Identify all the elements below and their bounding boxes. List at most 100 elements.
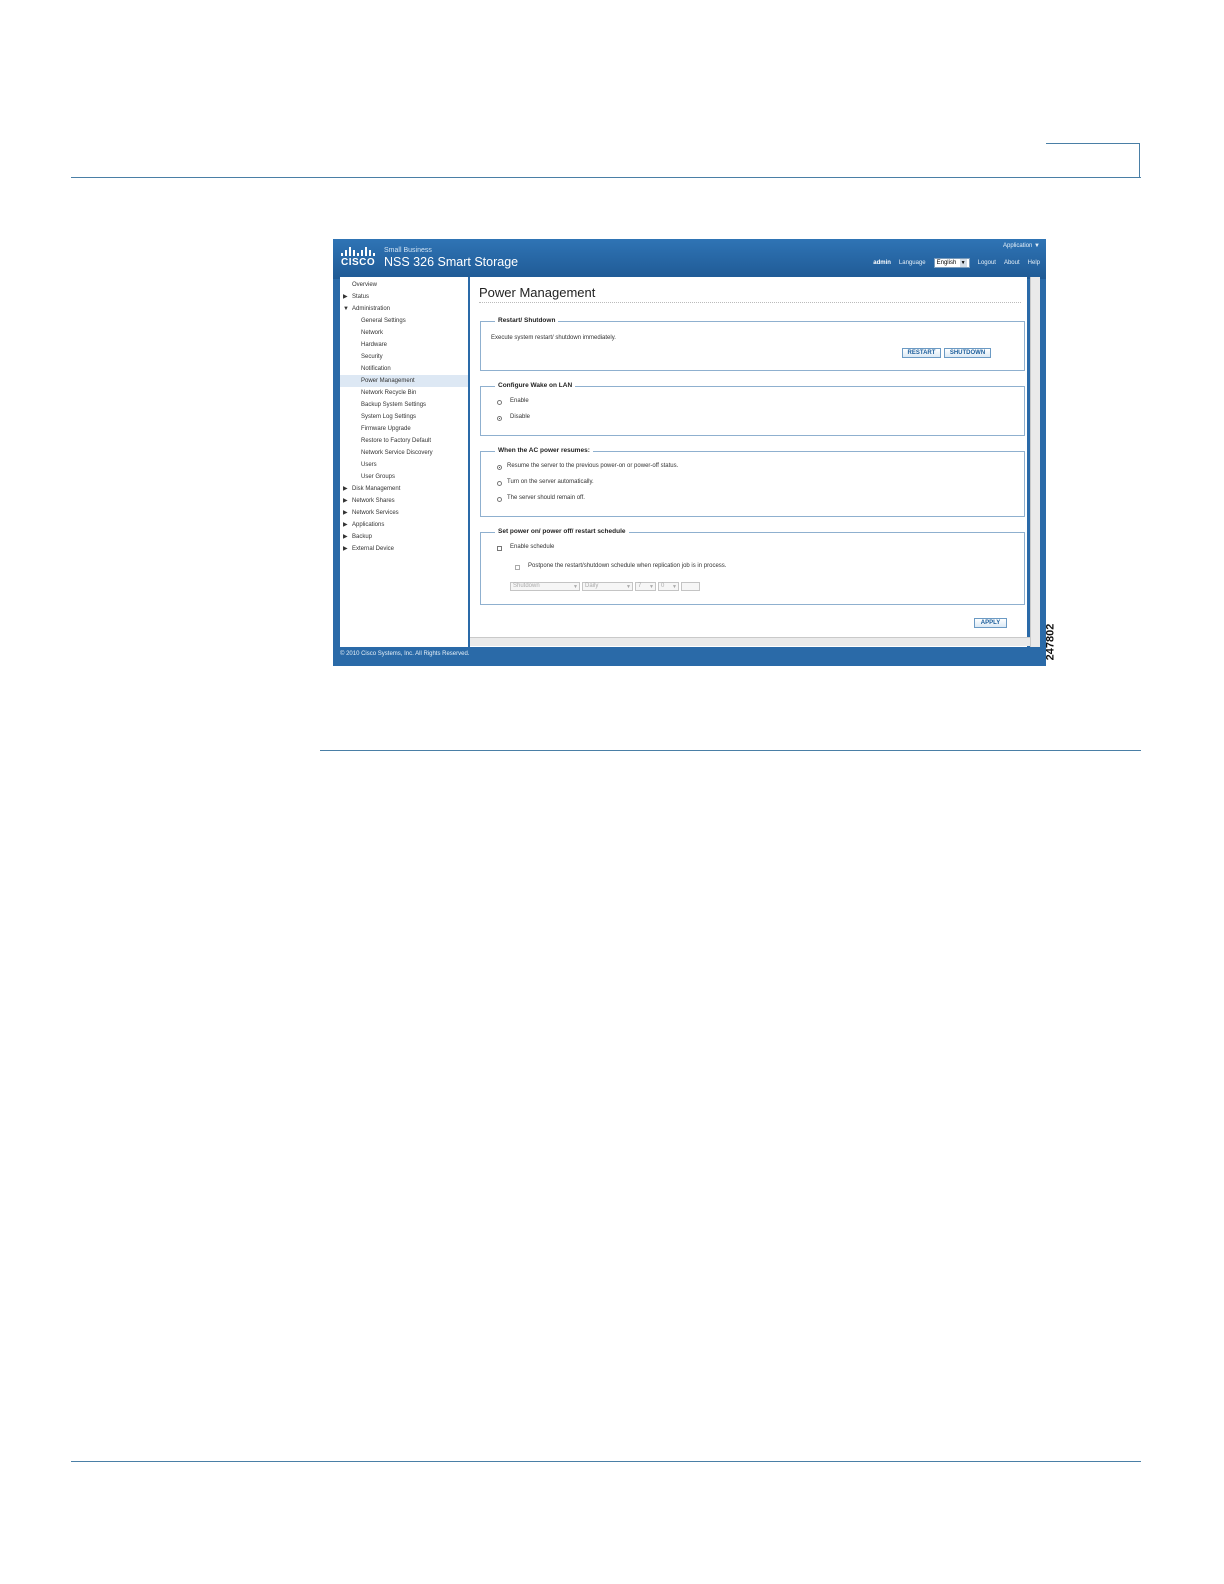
wol-enable-radio[interactable] [497, 400, 502, 405]
wake-on-lan-section: Configure Wake on LAN Enable Disable [480, 382, 1025, 436]
chevron-down-icon: ▼ [672, 584, 677, 590]
figure-rule [320, 750, 1141, 751]
sidebar-nav: Overview ▶ Status ▼ Administration General… [340, 277, 470, 647]
triangle-right-icon: ▶ [343, 510, 348, 516]
sidebar-item-general-settings[interactable]: General Settings [340, 315, 468, 327]
triangle-right-icon: ▶ [343, 486, 348, 492]
sidebar-item-applications[interactable]: ▶ Applications [340, 519, 468, 531]
sidebar-item-user-groups[interactable]: User Groups [340, 471, 468, 483]
brand-subtitle: Small Business [384, 247, 432, 254]
application-menu[interactable]: Application ▼ [1003, 243, 1040, 249]
ac-turn-on-label: Turn on the server automatically. [507, 479, 594, 485]
header-toolbar: admin Language English ▼ Logout About He… [873, 258, 1040, 268]
postpone-checkbox[interactable] [515, 565, 520, 570]
sidebar-item-label: Applications [352, 522, 385, 528]
sidebar-item-notification[interactable]: Notification [340, 363, 468, 375]
sidebar-item-label: Power Management [361, 378, 415, 384]
app-header: CISCO Small Business NSS 326 Smart Stora… [333, 239, 1046, 279]
triangle-down-icon: ▼ [343, 306, 349, 312]
sidebar-item-label: Users [361, 462, 377, 468]
logout-link[interactable]: Logout [978, 260, 996, 266]
sidebar-item-restore-factory-default[interactable]: Restore to Factory Default [340, 435, 468, 447]
ac-resume-label: Resume the server to the previous power-… [507, 463, 679, 469]
shutdown-button[interactable]: SHUTDOWN [944, 348, 991, 358]
schedule-hour-select[interactable]: 7 ▼ [635, 582, 656, 591]
sidebar-item-disk-management[interactable]: ▶ Disk Management [340, 483, 468, 495]
restart-button[interactable]: RESTART [902, 348, 941, 358]
sidebar-item-administration[interactable]: ▼ Administration [340, 303, 468, 315]
main-content: Power Management Restart/ Shutdown Execu… [470, 277, 1027, 647]
chapter-tab-box [1046, 143, 1140, 177]
sidebar-item-label: Hardware [361, 342, 388, 348]
sidebar-item-backup[interactable]: ▶ Backup [340, 531, 468, 543]
about-link[interactable]: About [1004, 260, 1020, 266]
sidebar-item-network-service-discovery[interactable]: Network Service Discovery [340, 447, 468, 459]
help-link[interactable]: Help [1028, 260, 1040, 266]
sidebar-item-hardware[interactable]: Hardware [340, 339, 468, 351]
vertical-scrollbar[interactable] [1030, 277, 1040, 647]
sidebar-item-network-services[interactable]: ▶ Network Services [340, 507, 468, 519]
sidebar-item-label: Overview [352, 282, 378, 288]
enable-schedule-checkbox[interactable] [497, 546, 502, 551]
ac-resume-radio[interactable] [497, 465, 502, 470]
schedule-minute-select[interactable]: 0 ▼ [658, 582, 679, 591]
sidebar-item-security[interactable]: Security [340, 351, 468, 363]
sidebar-item-label: Backup System Settings [361, 402, 427, 408]
section-legend: When the AC power resumes: [495, 447, 593, 454]
chevron-down-icon: ▼ [959, 259, 967, 267]
sidebar-item-label: System Log Settings [361, 414, 417, 420]
ac-remain-off-radio[interactable] [497, 497, 502, 502]
sidebar-item-overview[interactable]: Overview [340, 279, 468, 291]
sidebar-item-label: Firmware Upgrade [361, 426, 411, 432]
page-footer-rule [71, 1461, 1141, 1462]
cisco-logo-icon [341, 247, 375, 256]
sidebar-item-network[interactable]: Network [340, 327, 468, 339]
sidebar-item-users[interactable]: Users [340, 459, 468, 471]
select-value: 7 [638, 583, 642, 589]
page-header-rule [71, 177, 1141, 178]
chevron-down-icon: ▼ [626, 584, 631, 590]
sidebar-item-label: General Settings [361, 318, 406, 324]
sidebar-item-network-recycle-bin[interactable]: Network Recycle Bin [340, 387, 468, 399]
sidebar-item-backup-system-settings[interactable]: Backup System Settings [340, 399, 468, 411]
language-value: English [936, 260, 957, 266]
wol-enable-label: Enable [510, 398, 529, 404]
figure-id: 247802 [1044, 620, 1064, 666]
sidebar-item-label: Status [352, 294, 370, 300]
sidebar-item-label: Network [361, 330, 384, 336]
schedule-frequency-select[interactable]: Daily ▼ [582, 582, 633, 591]
triangle-right-icon: ▶ [343, 534, 348, 540]
sidebar-item-firmware-upgrade[interactable]: Firmware Upgrade [340, 423, 468, 435]
triangle-right-icon: ▶ [343, 498, 348, 504]
enable-schedule-label: Enable schedule [510, 544, 555, 550]
ac-turn-on-radio[interactable] [497, 481, 502, 486]
sidebar-item-external-device[interactable]: ▶ External Device [340, 543, 468, 555]
horizontal-scrollbar[interactable] [470, 637, 1030, 646]
chevron-down-icon: ▼ [649, 584, 654, 590]
sidebar-item-label: Administration [352, 306, 391, 312]
user-name: admin [873, 260, 891, 266]
section-legend: Restart/ Shutdown [495, 317, 559, 324]
ac-power-section: When the AC power resumes: Resume the se… [480, 447, 1025, 517]
language-select[interactable]: English ▼ [933, 258, 970, 268]
wol-disable-radio[interactable] [497, 416, 502, 421]
schedule-action-select[interactable]: Shutdown ▼ [510, 582, 580, 591]
sidebar-item-label: User Groups [361, 474, 396, 480]
restart-shutdown-section: Restart/ Shutdown Execute system restart… [480, 317, 1025, 371]
ac-remain-off-label: The server should remain off. [507, 495, 585, 501]
figure-id-text: 247802 [1044, 623, 1057, 661]
wol-disable-label: Disable [510, 414, 531, 420]
triangle-right-icon: ▶ [343, 522, 348, 528]
sidebar-item-label: Security [361, 354, 383, 360]
sidebar-item-power-management[interactable]: Power Management [340, 375, 468, 387]
select-value: Daily [585, 583, 599, 589]
sidebar-item-network-shares[interactable]: ▶ Network Shares [340, 495, 468, 507]
page-title: Power Management [479, 285, 596, 300]
apply-button[interactable]: APPLY [974, 618, 1007, 628]
schedule-add-button[interactable] [681, 582, 700, 591]
sidebar-item-label: Network Services [352, 510, 399, 516]
sidebar-item-status[interactable]: ▶ Status [340, 291, 468, 303]
sidebar-item-system-log-settings[interactable]: System Log Settings [340, 411, 468, 423]
select-value: 0 [661, 583, 665, 589]
sidebar-item-label: Network Recycle Bin [361, 390, 417, 396]
